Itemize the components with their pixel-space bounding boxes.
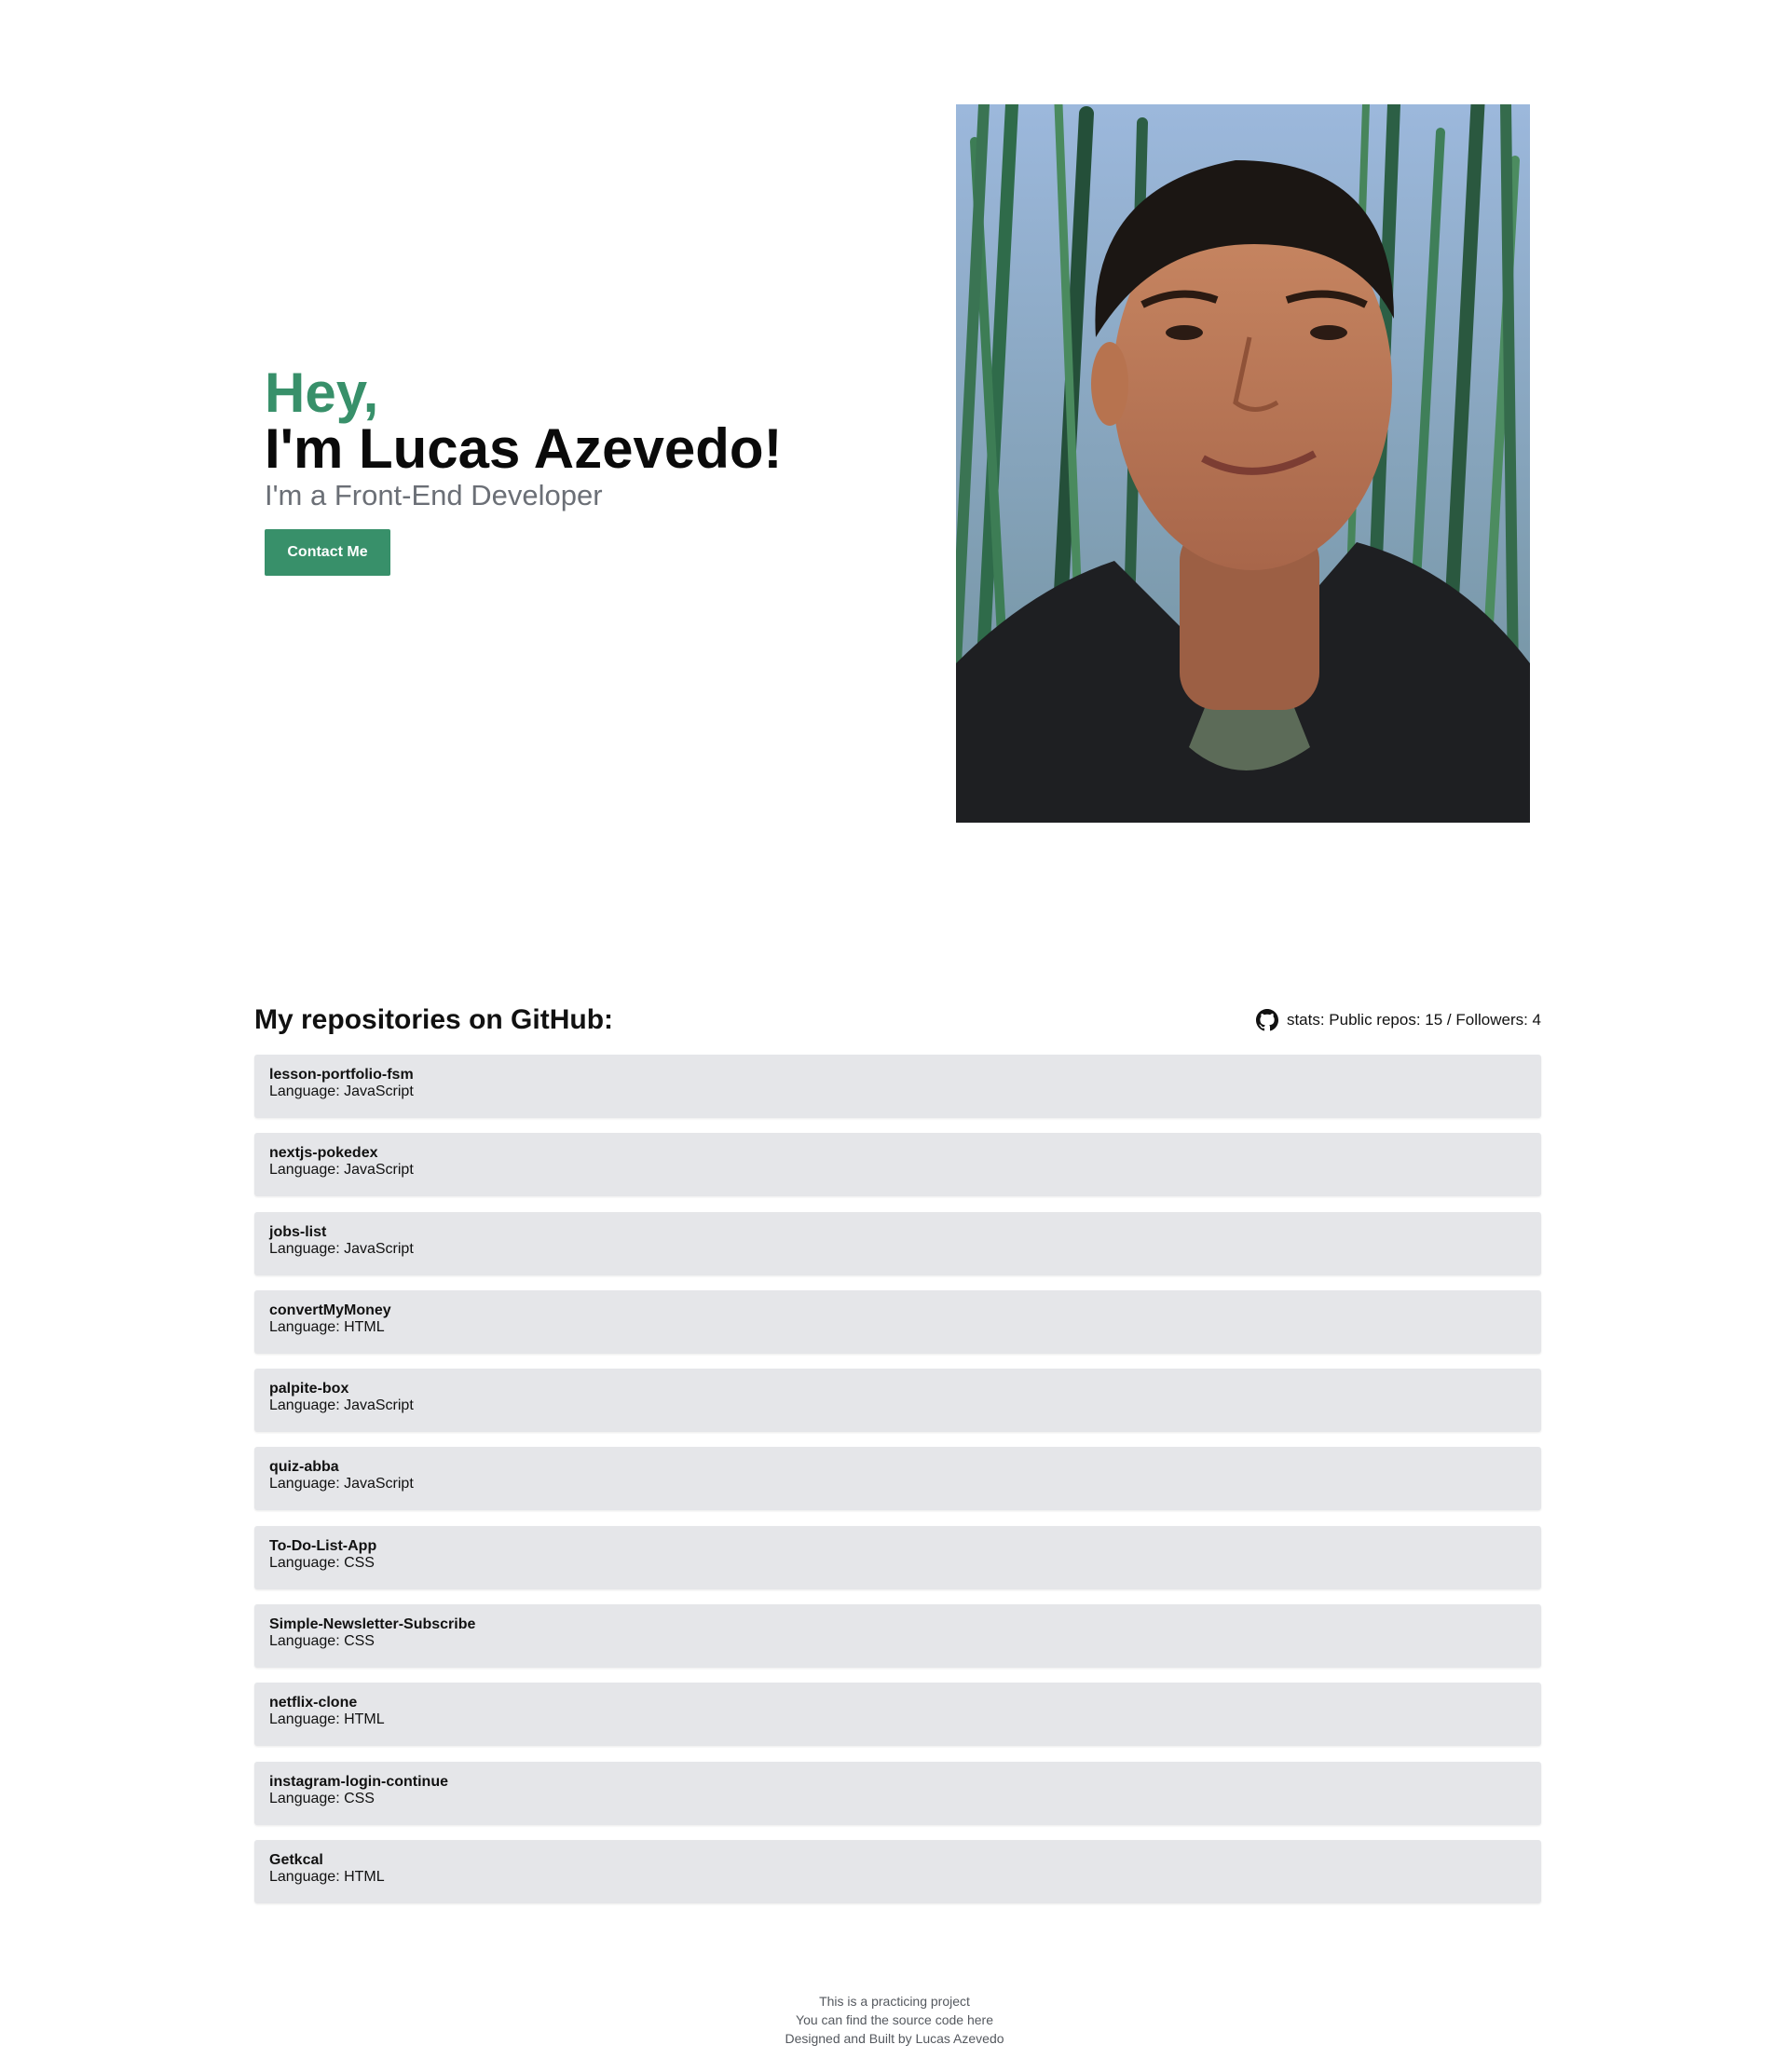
repository-item[interactable]: quiz-abba Language: JavaScript — [254, 1447, 1541, 1511]
repository-item[interactable]: Getkcal Language: HTML — [254, 1839, 1541, 1903]
repository-language: Language: JavaScript — [269, 1084, 414, 1099]
hero-section: Hey, I'm Lucas Azevedo! I'm a Front-End … — [0, 0, 1789, 932]
hero-role: I'm a Front-End Developer — [265, 479, 603, 511]
repository-language: Language: CSS — [269, 1633, 375, 1650]
repository-language: Language: HTML — [269, 1711, 385, 1728]
repository-item[interactable]: To-Do-List-App Language: CSS — [254, 1525, 1541, 1589]
repository-language: Language: HTML — [269, 1318, 385, 1335]
footer-line-project: This is a practicing project — [819, 1994, 970, 2009]
repository-language: Language: JavaScript — [269, 1162, 414, 1179]
source-code-link[interactable]: You can find the source code here — [796, 2012, 993, 2027]
repository-item[interactable]: Simple-Newsletter-Subscribe Language: CS… — [254, 1604, 1541, 1669]
profile-photo — [956, 104, 1530, 823]
repository-language: Language: CSS — [269, 1790, 375, 1806]
repository-name: Simple-Newsletter-Subscribe — [269, 1616, 476, 1633]
hero-text: Hey, I'm Lucas Azevedo! I'm a Front-End … — [265, 365, 783, 576]
repository-item[interactable]: nextjs-pokedex Language: JavaScript — [254, 1133, 1541, 1197]
hero-name: I'm Lucas Azevedo! — [265, 417, 783, 480]
repository-language: Language: JavaScript — [269, 1240, 414, 1257]
repositories-header: My repositories on GitHub: stats: Public… — [254, 997, 1541, 1043]
repository-language: Language: HTML — [269, 1868, 385, 1885]
repository-name: convertMyMoney — [269, 1302, 391, 1318]
contact-me-button[interactable]: Contact Me — [265, 529, 390, 576]
repository-name: nextjs-pokedex — [269, 1145, 378, 1162]
repository-name: jobs-list — [269, 1223, 327, 1240]
repository-item[interactable]: netflix-clone Language: HTML — [254, 1683, 1541, 1747]
footer: This is a practicing project You can fin… — [0, 1992, 1789, 2048]
github-icon[interactable] — [1255, 1009, 1278, 1031]
repository-name: instagram-login-continue — [269, 1773, 448, 1790]
repository-name: lesson-portfolio-fsm — [269, 1067, 414, 1083]
repository-name: To-Do-List-App — [269, 1537, 377, 1554]
repository-name: netflix-clone — [269, 1695, 358, 1711]
repository-item[interactable]: convertMyMoney Language: HTML — [254, 1289, 1541, 1354]
github-stats-text: stats: Public repos: 15 / Followers: 4 — [1286, 1011, 1541, 1029]
repository-item[interactable]: jobs-list Language: JavaScript — [254, 1211, 1541, 1275]
repository-item[interactable]: instagram-login-continue Language: CSS — [254, 1761, 1541, 1825]
repository-name: quiz-abba — [269, 1459, 339, 1476]
repositories-title: My repositories on GitHub: — [254, 1004, 614, 1035]
repository-name: palpite-box — [269, 1381, 349, 1397]
repository-language: Language: CSS — [269, 1554, 375, 1571]
hero-greeting: Hey, — [265, 361, 379, 424]
repository-list: lesson-portfolio-fsm Language: JavaScrip… — [254, 1055, 1541, 1903]
repository-language: Language: JavaScript — [269, 1476, 414, 1493]
repository-language: Language: JavaScript — [269, 1397, 414, 1414]
repositories-section: My repositories on GitHub: stats: Public… — [254, 997, 1541, 1918]
repository-name: Getkcal — [269, 1851, 323, 1868]
repository-item[interactable]: palpite-box Language: JavaScript — [254, 1369, 1541, 1433]
footer-line-credits: Designed and Built by Lucas Azevedo — [785, 2031, 1004, 2046]
github-stats: stats: Public repos: 15 / Followers: 4 — [1255, 1009, 1541, 1031]
repository-item[interactable]: lesson-portfolio-fsm Language: JavaScrip… — [254, 1055, 1541, 1118]
